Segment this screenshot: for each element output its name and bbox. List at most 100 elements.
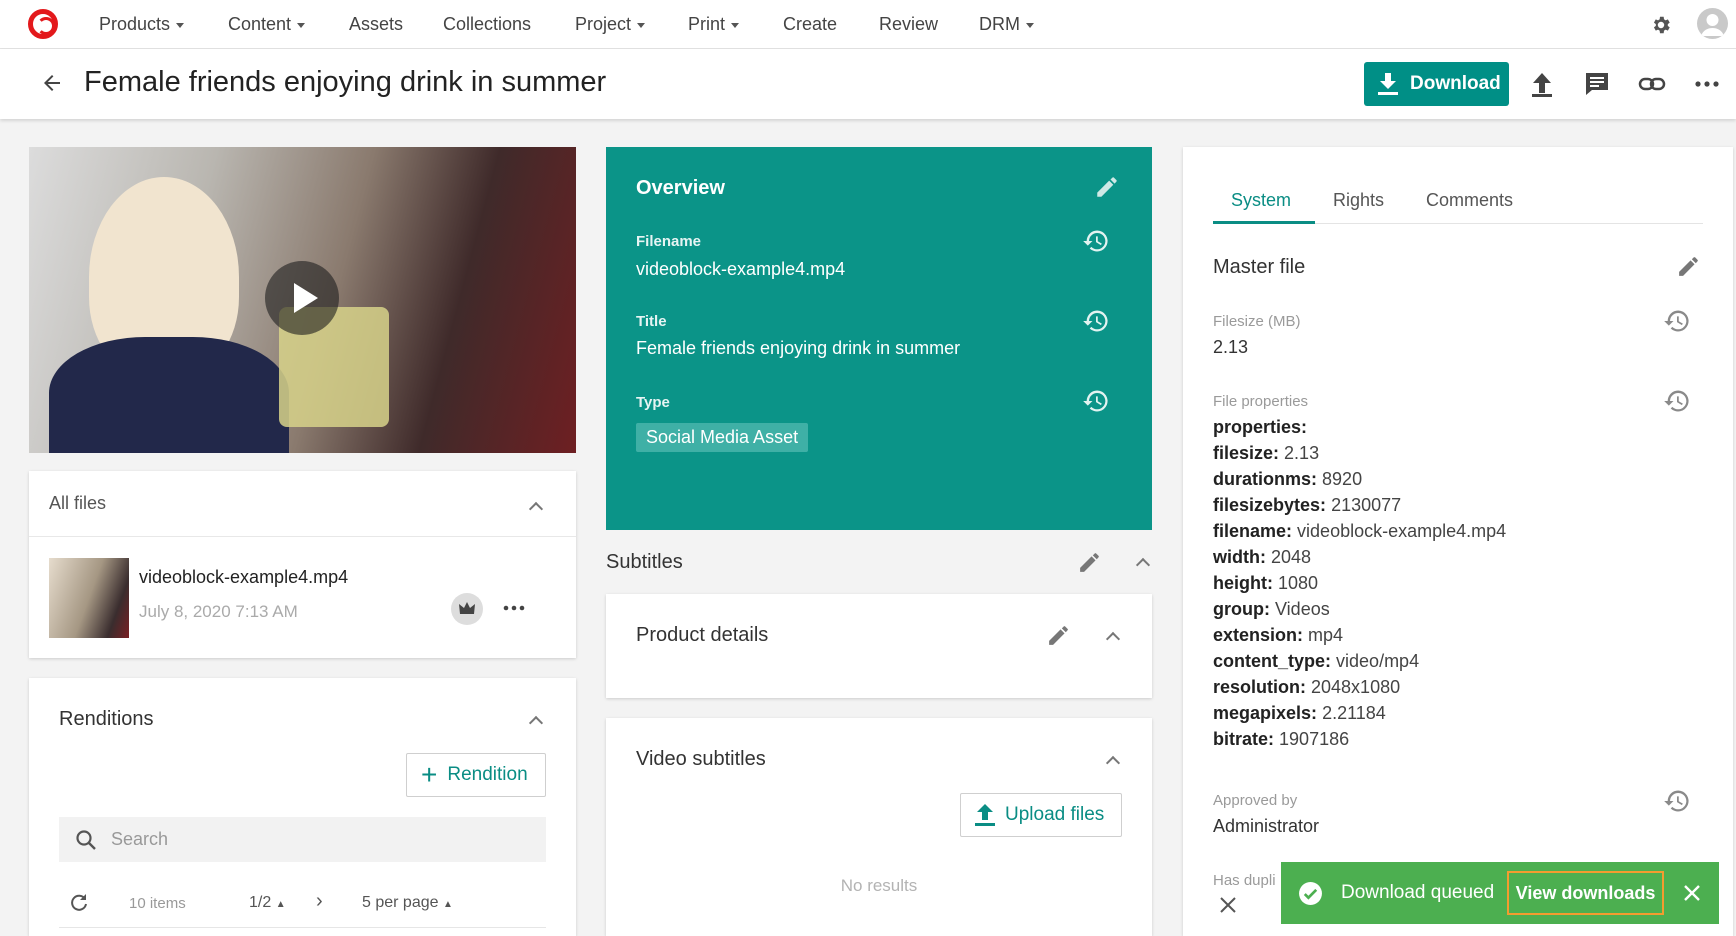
download-button[interactable]: Download: [1364, 62, 1509, 106]
divider: [29, 536, 576, 537]
more-options-icon[interactable]: [1693, 71, 1721, 97]
filesize-value: 2.13: [1213, 337, 1249, 357]
upload-icon[interactable]: [1528, 71, 1556, 97]
nav-content[interactable]: Content: [228, 14, 306, 35]
crown-icon[interactable]: [451, 593, 483, 625]
prop-key: megapixels:: [1213, 703, 1318, 723]
history-icon[interactable]: [1082, 227, 1110, 255]
history-icon[interactable]: [1082, 307, 1110, 335]
logo[interactable]: [28, 9, 58, 39]
add-rendition-button[interactable]: + Rendition: [406, 753, 546, 797]
items-count: 10 items: [129, 895, 186, 912]
prop-line: resolution: 2048x1080: [1213, 677, 1400, 698]
nav-drm[interactable]: DRM: [979, 14, 1034, 35]
prop-key: content_type:: [1213, 651, 1332, 671]
history-icon[interactable]: [1082, 387, 1110, 415]
type-tag: Social Media Asset: [636, 423, 809, 452]
video-figure: [49, 337, 289, 453]
chevron-up-icon[interactable]: [1105, 755, 1121, 771]
history-icon[interactable]: [1663, 787, 1691, 815]
view-downloads-link[interactable]: View downloads: [1507, 871, 1664, 915]
chevron-up-icon[interactable]: [528, 715, 544, 731]
prop-value: 2048x1080: [1311, 677, 1401, 697]
page-indicator[interactable]: 1/2 ▲: [249, 894, 286, 912]
file-thumbnail[interactable]: [49, 558, 129, 638]
search-input[interactable]: Search: [111, 829, 168, 850]
upload-files-label: Upload files: [1005, 804, 1105, 825]
filename-label: Filename: [636, 233, 702, 250]
chevron-up-icon[interactable]: [1105, 631, 1121, 647]
prop-value: 8920: [1322, 469, 1363, 489]
page-number: 1/2: [249, 894, 272, 911]
nav-products[interactable]: Products: [99, 14, 185, 35]
prop-key: width:: [1213, 547, 1266, 567]
caret-up-icon: ▲: [442, 899, 453, 910]
edit-icon[interactable]: [1046, 623, 1071, 648]
upload-files-button[interactable]: Upload files: [960, 793, 1122, 837]
per-page-label: 5 per page: [362, 894, 439, 911]
plus-icon: +: [421, 759, 438, 790]
nav-collections[interactable]: Collections: [443, 14, 531, 35]
edit-icon[interactable]: [1077, 550, 1102, 575]
active-tab-indicator: [1213, 221, 1315, 224]
search-icon: [76, 830, 96, 850]
divider: [59, 927, 546, 928]
close-icon[interactable]: [1682, 883, 1702, 903]
chevron-up-icon[interactable]: [1135, 557, 1151, 573]
renditions-heading: Renditions: [59, 708, 154, 730]
play-icon[interactable]: [265, 261, 339, 335]
nav-project[interactable]: Project: [575, 14, 646, 35]
prop-value: 2.13: [1284, 443, 1320, 463]
link-icon[interactable]: [1638, 71, 1666, 97]
tab-system[interactable]: System: [1231, 190, 1291, 211]
product-details-heading: Product details: [636, 624, 769, 646]
prop-value: 1080: [1278, 573, 1319, 593]
tab-comments[interactable]: Comments: [1426, 190, 1513, 211]
nav-label: Create: [783, 14, 838, 34]
video-preview[interactable]: [29, 147, 576, 453]
comment-icon[interactable]: [1583, 71, 1611, 97]
prop-line: extension: mp4: [1213, 625, 1343, 646]
caret-down-icon: [176, 22, 185, 28]
history-icon[interactable]: [1663, 387, 1691, 415]
renditions-panel: Renditions + Rendition: [29, 678, 576, 936]
prop-line: bitrate: 1907186: [1213, 729, 1349, 750]
file-date: July 8, 2020 7:13 AM: [139, 602, 298, 621]
history-icon[interactable]: [1663, 307, 1691, 335]
next-page-icon[interactable]: ›: [316, 890, 323, 913]
prop-value: videoblock-example4.mp4: [1297, 521, 1507, 541]
tab-rights[interactable]: Rights: [1333, 190, 1384, 211]
prop-key: filesize:: [1213, 443, 1280, 463]
chevron-up-icon[interactable]: [528, 501, 544, 517]
nav-assets[interactable]: Assets: [349, 14, 403, 35]
prop-value: 1907186: [1279, 729, 1350, 749]
per-page-select[interactable]: 5 per page ▲: [362, 894, 453, 912]
gear-icon[interactable]: [1650, 14, 1672, 36]
back-arrow-icon[interactable]: [40, 71, 64, 95]
upload-icon: [975, 804, 995, 826]
file-name[interactable]: videoblock-example4.mp4: [139, 567, 348, 588]
approved-by-value: Administrator: [1213, 816, 1320, 836]
edit-icon[interactable]: [1094, 174, 1120, 200]
refresh-icon[interactable]: [69, 893, 89, 913]
more-options-icon[interactable]: [502, 600, 526, 616]
nav-create[interactable]: Create: [783, 14, 837, 35]
download-label: Download: [1410, 73, 1501, 94]
top-navigation: Products Content Assets Collections Proj…: [0, 0, 1736, 49]
avatar[interactable]: [1697, 8, 1728, 39]
nav-review[interactable]: Review: [879, 14, 938, 35]
nav-print[interactable]: Print: [688, 14, 740, 35]
edit-icon[interactable]: [1676, 254, 1701, 279]
rendition-search[interactable]: Search: [59, 817, 546, 862]
user-icon: [1701, 14, 1724, 36]
add-rendition-label: Rendition: [447, 764, 528, 785]
caret-up-icon: ▲: [275, 899, 286, 910]
prop-line: durationms: 8920: [1213, 469, 1362, 490]
prop-key: filename:: [1213, 521, 1293, 541]
prop-key: extension:: [1213, 625, 1304, 645]
nav-label: Content: [228, 14, 292, 34]
prop-value: video/mp4: [1336, 651, 1420, 671]
prop-value: 2.21184: [1322, 703, 1386, 723]
video-subtitles-heading: Video subtitles: [636, 748, 766, 770]
prop-line: filename: videoblock-example4.mp4: [1213, 521, 1506, 542]
